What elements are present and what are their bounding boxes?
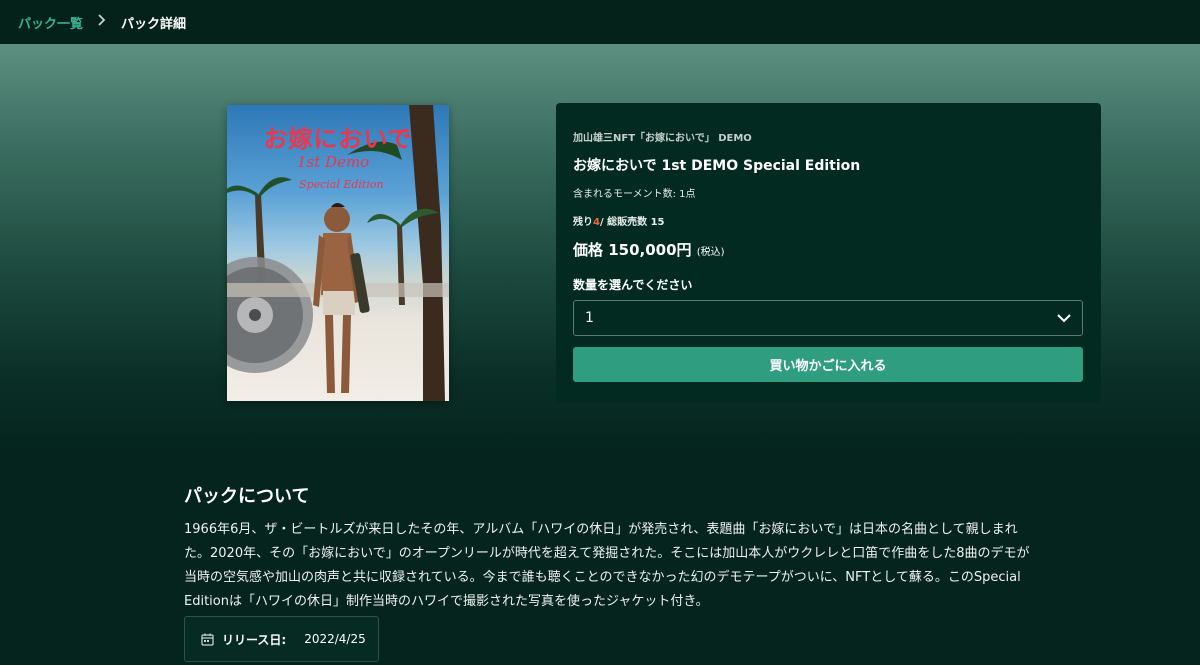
pack-cover-image[interactable]: お嫁においで 1st Demo Special Edition: [227, 105, 449, 401]
breadcrumb-current: パック詳細: [121, 16, 187, 32]
release-date-box: リリース日: 2022/4/25: [184, 616, 379, 662]
release-date-label: リリース日:: [222, 632, 287, 647]
cover-edition-text: Special Edition: [299, 178, 384, 191]
release-date-value: 2022/4/25: [304, 632, 366, 646]
calendar-icon: [201, 633, 214, 646]
price-text: 価格 150,000円: [573, 241, 692, 259]
add-to-cart-button[interactable]: 買い物かごに入れる: [573, 347, 1083, 382]
price: 価格 150,000円 (税込): [573, 239, 725, 260]
about-section-title: パックについて: [184, 486, 310, 507]
remaining-count: 4: [593, 217, 600, 228]
stock-prefix: 残り: [573, 217, 593, 228]
cover-title-text: お嫁においで: [263, 125, 413, 153]
tax-note: (税込): [696, 247, 725, 258]
pack-name: お嫁においで 1st DEMO Special Edition: [573, 158, 861, 174]
stock-count: 残り4/ 総販売数 15: [573, 213, 665, 228]
stock-suffix: / 総販売数 15: [599, 217, 665, 228]
chevron-down-icon: [1056, 311, 1072, 329]
chevron-right-icon: [97, 14, 107, 30]
breadcrumb-pack-list-link[interactable]: パック一覧: [18, 13, 83, 32]
quantity-label: 数量を選んでください: [573, 278, 693, 292]
quantity-value: 1: [585, 310, 594, 326]
artist-line: 加山雄三NFT「お嫁においで」 DEMO: [573, 133, 752, 144]
purchase-panel: 加山雄三NFT「お嫁においで」 DEMO お嫁においで 1st DEMO Spe…: [556, 103, 1101, 403]
cover-subtitle-text: 1st Demo: [297, 153, 370, 171]
moment-count: 含まれるモーメント数: 1点: [573, 189, 696, 200]
quantity-select[interactable]: 1: [573, 300, 1083, 336]
about-section-body: 1966年6月、ザ・ビートルズが来日したその年、アルバム「ハワイの休日」が発売さ…: [184, 522, 1030, 609]
top-bar: パック一覧 パック詳細: [0, 0, 1200, 44]
